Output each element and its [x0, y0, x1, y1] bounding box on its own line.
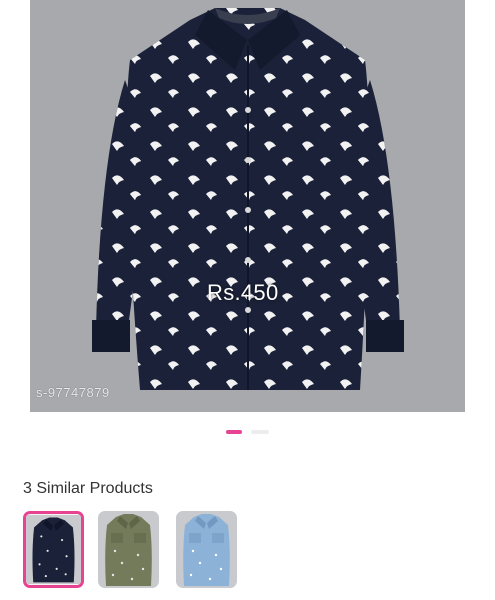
navy-shirt-thumbnail — [26, 514, 81, 585]
price-overlay: Rs.450 — [207, 280, 279, 305]
carousel-dot-active[interactable] — [226, 430, 242, 434]
product-id-watermark: s-97747879 — [36, 385, 110, 400]
lightblue-shirt-thumbnail — [176, 511, 237, 588]
shirt-image — [92, 8, 404, 390]
similar-product-thumb-olive[interactable] — [98, 511, 159, 588]
similar-product-thumb-navy[interactable] — [23, 511, 84, 588]
carousel-dot[interactable] — [251, 430, 269, 434]
similar-product-thumb-lightblue[interactable] — [176, 511, 237, 588]
similar-products-title: 3 Similar Products — [23, 480, 153, 497]
similar-products-list — [23, 511, 243, 592]
product-image[interactable]: Rs.450 s-97747879 — [30, 0, 465, 412]
olive-shirt-thumbnail — [98, 511, 159, 588]
